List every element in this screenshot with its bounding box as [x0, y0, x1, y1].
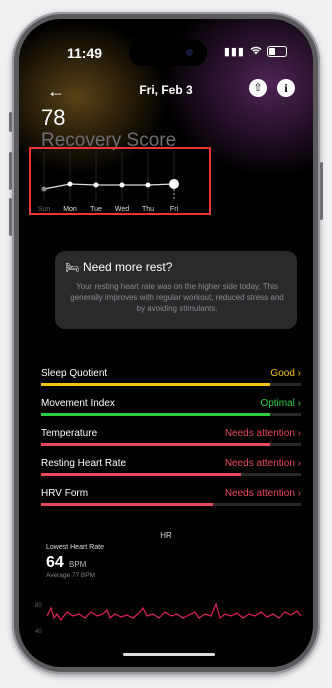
chart-day-label: Mon [63, 206, 77, 213]
chart-day-label: Tue [90, 206, 102, 213]
chart-point-fri [169, 179, 179, 189]
action-button [9, 112, 12, 132]
metric-bar-fill [41, 383, 270, 386]
bed-icon: 🛏 [65, 262, 79, 274]
chart-day-label: Wed [114, 206, 130, 213]
home-indicator[interactable] [123, 653, 215, 656]
metric-label: HRV Form [41, 488, 89, 499]
metric-bar-fill [41, 503, 213, 506]
metric-row-hrv-form[interactable]: HRV Form Needs attention › [41, 488, 301, 516]
chart-day-label: Sun [37, 206, 51, 213]
rest-card-title: Need more rest? [83, 260, 173, 274]
chart-point-mon [67, 181, 73, 187]
rest-card-body: Your resting heart rate was on the highe… [70, 282, 284, 313]
rest-card[interactable]: 🛏 Need more rest? Your resting heart rat… [55, 251, 297, 329]
metric-bar-fill [41, 443, 270, 446]
hr-title: HR [160, 531, 172, 540]
metric-bar-track [41, 383, 301, 386]
metric-bar-fill [41, 473, 242, 476]
hr-line-chart [46, 602, 302, 622]
metric-bar-track [41, 413, 301, 416]
weekly-series-line [43, 183, 175, 190]
metric-status: Needs attention › [224, 458, 301, 469]
chart-point-wed [119, 182, 125, 188]
lowest-hr-unit: BPM [69, 560, 87, 569]
metric-row-temperature[interactable]: Temperature Needs attention › [41, 428, 301, 456]
metric-bar-track [41, 443, 301, 446]
metric-label: Movement Index [41, 398, 115, 409]
hr-series-line [46, 602, 302, 622]
metric-bar-fill [41, 413, 270, 416]
volume-up-button [9, 152, 12, 190]
chart-point-sun [41, 186, 47, 192]
chart-day-label: Thu [141, 206, 155, 213]
metric-row-resting-heart-rate[interactable]: Resting Heart Rate Needs attention › [41, 458, 301, 486]
chart-day-label: Fri [169, 206, 179, 213]
app-screen: 11:49 ▮▮▮ ← Fri, Feb 3 ⇧ i 78 Recovery S… [19, 19, 313, 667]
metric-label: Resting Heart Rate [41, 458, 127, 469]
metric-status: Needs attention › [224, 488, 301, 499]
metric-row-sleep-quotient[interactable]: Sleep Quotient Good › [41, 368, 301, 396]
metric-row-movement-index[interactable]: Movement Index Optimal › [41, 398, 301, 426]
average-hr: Average 77 BPM [46, 572, 96, 579]
chart-point-thu [145, 182, 151, 188]
metric-bar-track [41, 473, 301, 476]
metric-label: Sleep Quotient [41, 368, 108, 379]
power-button [320, 162, 323, 220]
metric-status: Good › [270, 368, 301, 379]
volume-down-button [9, 198, 12, 236]
chart-point-tue [93, 182, 99, 188]
metric-bar-track [41, 503, 301, 506]
metric-status: Needs attention › [224, 428, 301, 439]
lowest-hr-value: 64 [46, 554, 64, 571]
lowest-hr-label: Lowest Heart Rate [46, 544, 104, 551]
weekly-line-chart [41, 151, 179, 201]
metric-label: Temperature [41, 428, 98, 439]
metric-status: Optimal › [260, 398, 301, 409]
